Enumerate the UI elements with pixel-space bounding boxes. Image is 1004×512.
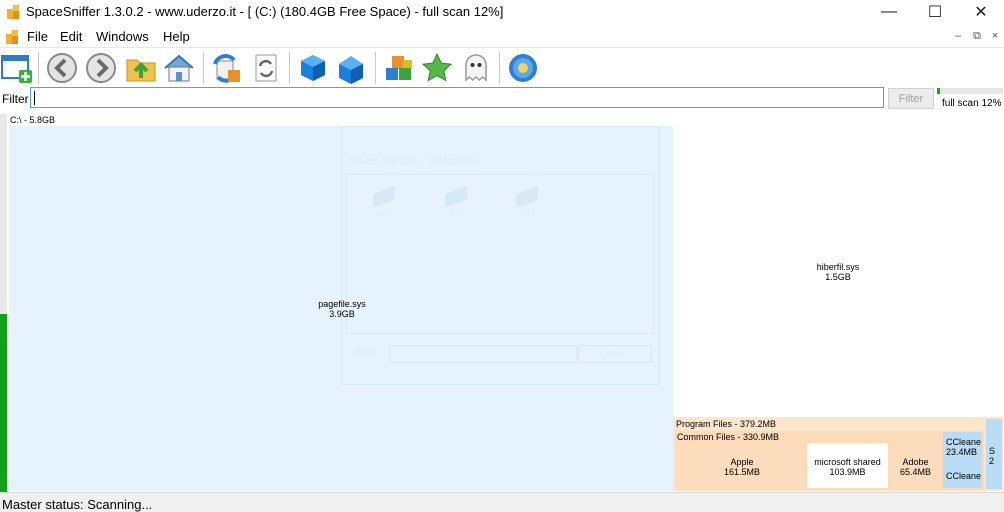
mdi-minimize-button[interactable]: – [950,30,966,44]
maximize-button[interactable]: ☐ [912,0,958,24]
blue-cube-icon[interactable] [297,52,329,84]
toolbar-divider [203,52,204,84]
mdi-restore-button[interactable]: ⧉ [969,30,985,44]
colored-blocks-icon[interactable] [383,52,415,84]
ghost-drive-label: (C:) [376,208,392,218]
filter-input[interactable] [30,87,884,108]
back-icon[interactable] [46,52,78,84]
ghost-start-button: Start [578,345,652,363]
tile-size: 161.5MB [723,467,761,477]
menu-edit[interactable]: Edit [60,29,82,44]
tile-name: Apple [730,457,754,467]
window-title: SpaceSniffer 1.3.0.2 - www.uderzo.it - [… [26,4,504,19]
menu-bar [0,26,1004,48]
menu-help[interactable]: Help [163,29,190,44]
tile-name: CCleaner [946,437,981,447]
tile-s-label: S 2 [989,446,1001,466]
ghost-path-input [389,345,577,363]
tile-name: pagefile.sys [318,299,366,309]
home-icon[interactable] [163,52,195,84]
drive-icon [516,185,538,209]
ghost-icon[interactable] [460,52,492,84]
toolbar-divider [499,52,500,84]
scan-progress-fill [937,88,940,94]
tile-name: microsoft shared [814,457,881,467]
mdi-close-button[interactable]: × [987,30,1003,44]
new-window-icon[interactable] [1,52,33,84]
close-button[interactable]: ✕ [958,0,1004,24]
ghost-drive-label: (E:) [519,208,535,218]
ghost-drive-e: (E:) [512,185,542,218]
blue-cube-open-icon[interactable] [335,52,367,84]
tile-program-files-label: Program Files - 379.2MB [676,419,777,429]
drive-icon [445,185,467,209]
tile-pagefile-label: pagefile.sys 3.9GB [300,299,384,319]
tile-common-files-label: Common Files - 330.9MB [677,432,780,442]
scan-progress-track [937,88,1003,94]
ghost-drive-c: (C:) [369,185,399,218]
star-icon[interactable] [421,52,453,84]
rescan-icon[interactable] [250,52,282,84]
tile-name: S [989,446,996,456]
tile-microsoft-shared-label: microsoft shared 103.9MB [807,457,888,477]
gear-flower-icon[interactable] [507,52,539,84]
tile-hiberfil-label: hiberfil.sys 1.5GB [796,262,880,282]
menu-windows[interactable]: Windows [96,29,149,44]
folder-up-icon[interactable] [125,52,157,84]
side-progress-fill [0,314,7,492]
app-icon [7,5,19,19]
ghost-path-label: Path: [355,348,379,359]
filter-label: Filter [2,92,29,106]
forward-icon[interactable] [85,52,117,84]
tile-size: 3.9GB [329,309,355,319]
root-drive-label[interactable]: C:\ - 5.8GB [10,115,55,125]
tile-size: 23.4MB [946,447,978,457]
tile-ccleaner-sub-label: CCleaner [946,471,981,481]
minimize-button[interactable]: — [866,0,912,24]
ghost-tab-drives: Drives or Paths [349,156,418,167]
tile-ccleaner-label: CCleaner 23.4MB [946,437,981,457]
ghost-tab-snapshots: Snapshots [430,156,478,167]
status-text: Master status: Scanning... [2,497,153,512]
scan-status-label: full scan 12% [942,98,1002,109]
menu-file[interactable]: File [27,29,48,44]
toolbar-divider [289,52,290,84]
tile-name: hiberfil.sys [816,262,860,272]
text-caret [34,91,35,105]
filter-button[interactable]: Filter [888,88,934,109]
refresh-icon[interactable] [210,52,242,84]
tile-adobe-label: Adobe 65.4MB [889,457,942,477]
tile-size: 1.5GB [825,272,851,282]
tile-apple-label: Apple 161.5MB [697,457,787,477]
tile-size: 2 [989,456,995,466]
drive-icon [373,185,395,209]
toolbar-divider [375,52,376,84]
tile-name: Adobe [902,457,929,467]
ghost-drive-label: (D:) [448,208,464,218]
toolbar-divider [38,52,39,84]
ghost-drive-d: (D:) [441,185,471,218]
tile-size: 65.4MB [899,467,932,477]
tile-size: 103.9MB [829,467,866,477]
document-icon [6,30,18,44]
